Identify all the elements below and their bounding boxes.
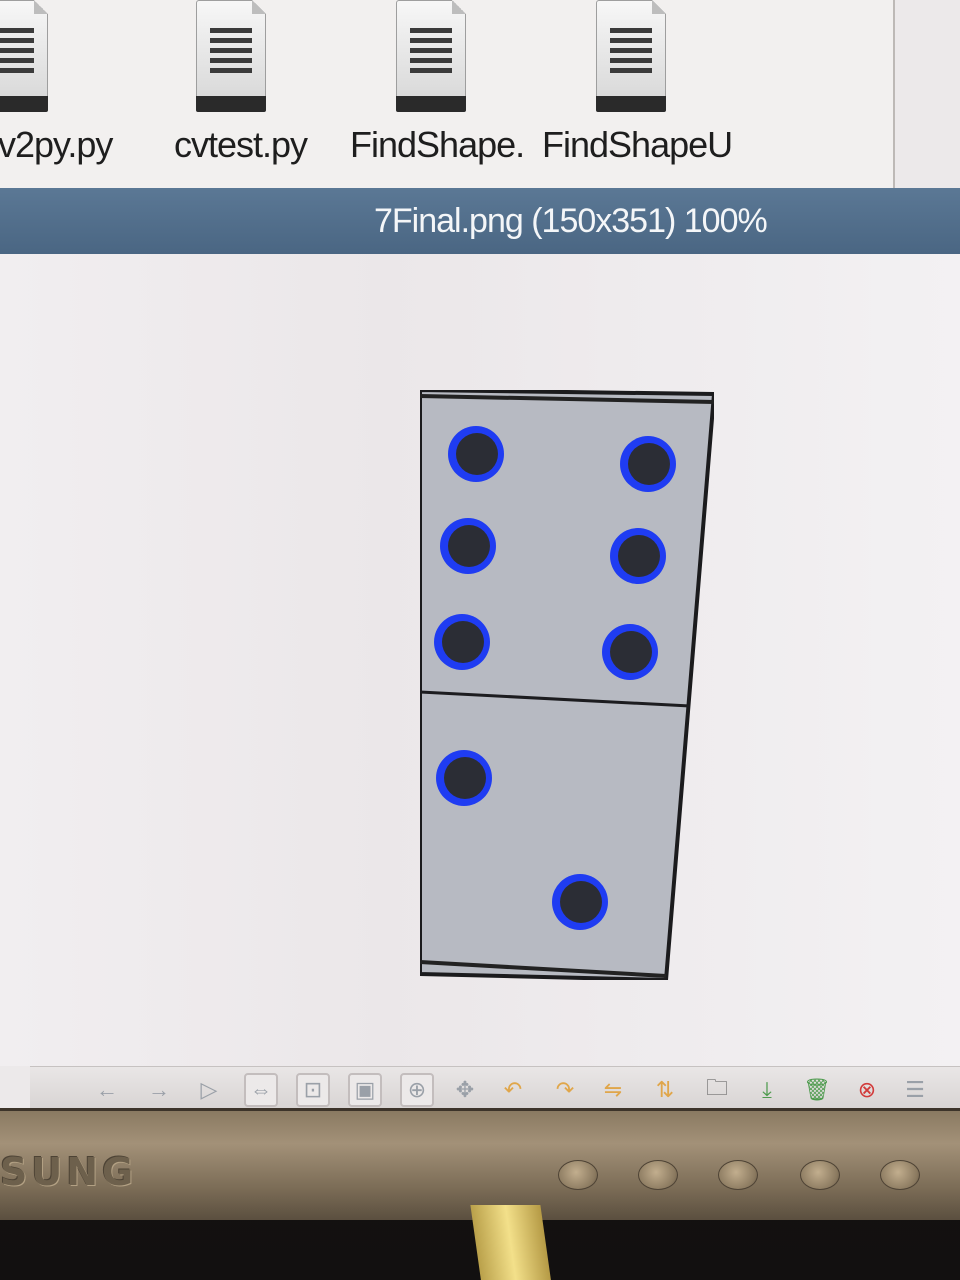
preferences-button[interactable]: ☰ bbox=[898, 1073, 932, 1107]
file-manager-window: v2py.py cvtest.py FindShape. FindShapeU bbox=[0, 0, 895, 192]
cable bbox=[470, 1205, 552, 1280]
domino-pip bbox=[628, 443, 670, 485]
play-button[interactable]: ▷ bbox=[192, 1073, 226, 1107]
open-folder-icon: 🗀 bbox=[705, 1075, 728, 1100]
zoom-100-button[interactable]: ▣ bbox=[348, 1073, 382, 1107]
monitor-button[interactable] bbox=[638, 1160, 678, 1190]
fullscreen-icon: ✥ bbox=[455, 1077, 475, 1102]
file-name: FindShape. bbox=[350, 124, 525, 165]
monitor-power-button[interactable] bbox=[880, 1160, 920, 1190]
python-file-icon bbox=[196, 0, 266, 112]
back-arrow-button[interactable]: ← bbox=[90, 1073, 124, 1107]
domino-pip bbox=[560, 881, 602, 923]
forward-arrow-button[interactable]: → bbox=[142, 1073, 176, 1107]
image-viewer-titlebar[interactable]: 7Final.png (150x351) 100% bbox=[0, 188, 960, 254]
fit-width-icon: ⇔ bbox=[250, 1077, 272, 1102]
rotate-left-icon: ↶ bbox=[503, 1077, 523, 1102]
play-icon: ▷ bbox=[200, 1077, 218, 1102]
rotate-right-button[interactable]: ↷ bbox=[548, 1073, 582, 1107]
domino-pip bbox=[448, 525, 490, 567]
flip-horizontal-icon: ⇋ bbox=[603, 1077, 623, 1102]
zoom-in-button[interactable]: ⊕ bbox=[400, 1073, 434, 1107]
domino-pip bbox=[442, 621, 484, 663]
close-icon: ⊗ bbox=[857, 1077, 877, 1102]
python-file-icon bbox=[0, 0, 48, 112]
domino-pip bbox=[610, 631, 652, 673]
flip-vertical-button[interactable]: ⇅ bbox=[648, 1073, 682, 1107]
forward-arrow-icon: → bbox=[148, 1077, 170, 1102]
domino-pip bbox=[618, 535, 660, 577]
domino-image bbox=[420, 390, 714, 980]
image-viewer-toolbar: ← → ▷ ⇔ ⊡ ▣ ⊕ ✥ ↶ ↷ ⇋ ⇅ 🗀 ⤓ 🗑 ⊗ ☰ bbox=[30, 1066, 960, 1112]
domino-pip bbox=[444, 757, 486, 799]
monitor-menu-button[interactable] bbox=[558, 1160, 598, 1190]
zoom-in-icon: ⊕ bbox=[407, 1077, 427, 1102]
zoom-100-icon: ▣ bbox=[354, 1077, 376, 1102]
file-name: v2py.py bbox=[0, 124, 113, 165]
delete-icon: 🗑 bbox=[803, 1077, 831, 1102]
preferences-icon: ☰ bbox=[905, 1077, 925, 1102]
flip-horizontal-button[interactable]: ⇋ bbox=[596, 1073, 630, 1107]
fit-width-button[interactable]: ⇔ bbox=[244, 1073, 278, 1107]
close-button[interactable]: ⊗ bbox=[850, 1073, 884, 1107]
back-arrow-icon: ← bbox=[96, 1077, 118, 1102]
flip-vertical-icon: ⇅ bbox=[655, 1077, 675, 1102]
monitor-screen: v2py.py cvtest.py FindShape. FindShapeU … bbox=[0, 0, 960, 1112]
python-file-icon bbox=[396, 0, 466, 112]
delete-button[interactable]: 🗑 bbox=[800, 1073, 834, 1107]
python-file-icon bbox=[596, 0, 666, 112]
zoom-fit-button[interactable]: ⊡ bbox=[296, 1073, 330, 1107]
rotate-right-icon: ↷ bbox=[555, 1077, 575, 1102]
window-title: 7Final.png (150x351) 100% bbox=[374, 202, 768, 240]
monitor-brand-logo: SUNG bbox=[0, 1150, 138, 1194]
file-name: cvtest.py bbox=[174, 124, 308, 165]
open-folder-button[interactable]: 🗀 bbox=[700, 1073, 734, 1107]
save-icon: ⤓ bbox=[762, 1077, 772, 1102]
rotate-left-button[interactable]: ↶ bbox=[496, 1073, 530, 1107]
monitor-button[interactable] bbox=[718, 1160, 758, 1190]
zoom-fit-icon: ⊡ bbox=[303, 1077, 323, 1102]
domino-svg bbox=[420, 390, 714, 980]
save-button[interactable]: ⤓ bbox=[750, 1073, 784, 1107]
domino-pip bbox=[456, 433, 498, 475]
file-name: FindShapeU bbox=[542, 124, 733, 165]
monitor-button[interactable] bbox=[800, 1160, 840, 1190]
fullscreen-button[interactable]: ✥ bbox=[448, 1073, 482, 1107]
